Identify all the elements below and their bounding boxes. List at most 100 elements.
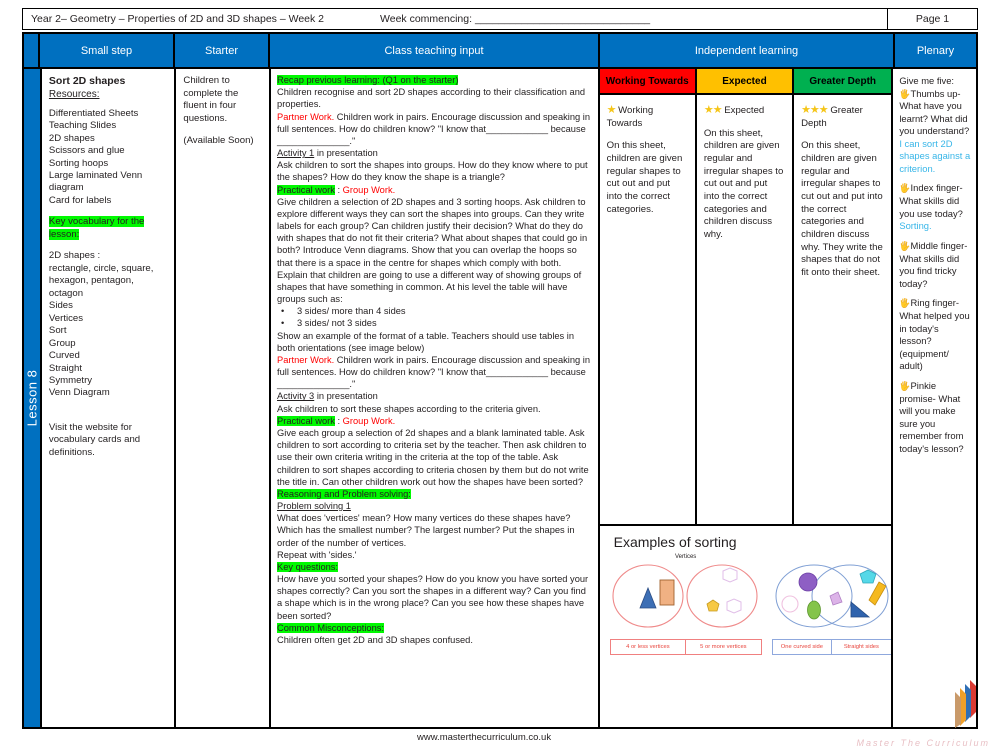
venn-label-right: Straight sides: [832, 639, 892, 655]
vertices-label-left: 4 or less vertices: [609, 639, 687, 655]
vocabulary-list: 2D shapes : rectangle, circle, square, h…: [49, 250, 167, 400]
lesson-number-label: Lesson 8: [24, 369, 40, 427]
level-star-row: ★ Working Towards: [607, 103, 688, 130]
key-questions-heading: Key questions:: [277, 561, 339, 572]
cell-class-teaching-input: Recap previous learning: (Q1 on the star…: [271, 69, 600, 727]
vertices-diagram-svg: [612, 564, 758, 628]
plenary-content: Give me five: 🖐Thumbs up- What have you …: [899, 75, 971, 455]
lesson-spine: Lesson 8: [24, 69, 42, 727]
plenary-answer: I can sort 2D shapes against a criterion…: [899, 137, 971, 174]
level-star-row: ★★★ Greater Depth: [801, 103, 884, 130]
brand-logo-icon: [955, 680, 976, 728]
activity1-label: Activity 1: [277, 148, 315, 159]
resource-item: Differentiated Sheets: [48, 107, 139, 119]
level-description: On this sheet, children are given regula…: [606, 140, 683, 215]
star-icon: ★★★: [801, 104, 829, 116]
level-expected: Expected ★★ Expected On this sheet, chil…: [696, 69, 795, 524]
level-description: On this sheet, children are given regula…: [801, 140, 883, 278]
hand-icon: 🖐: [899, 240, 911, 251]
partner-work-label: Partner Work.: [277, 111, 335, 122]
vertices-labels: 4 or less vertices 5 or more vertices: [609, 639, 762, 655]
practical-text-1: Give children a selection of 2D shapes a…: [277, 196, 588, 268]
practical-sep: :: [334, 184, 343, 195]
vocab-item: Sort: [48, 325, 67, 337]
resources-label: Resources:: [48, 89, 100, 101]
resource-item: Scissors and glue: [48, 145, 125, 157]
lesson-plan-page: Year 2– Geometry – Properties of 2D and …: [0, 0, 1000, 750]
level-header-working-towards: Working Towards: [599, 69, 695, 95]
starter-availability: (Available Soon): [183, 134, 254, 146]
brand-wordmark: Master The Curriculum: [856, 738, 990, 748]
small-step-title: Sort 2D shapes: [48, 75, 126, 87]
bullet-dot: •: [281, 306, 285, 317]
level-body-greater-depth: ★★★ Greater Depth On this sheet, childre…: [794, 95, 891, 280]
level-body-expected: ★★ Expected On this sheet, children are …: [697, 95, 792, 242]
hand-icon: 🖐: [899, 298, 911, 309]
cell-small-step: Sort 2D shapes Resources: Differentiated…: [42, 69, 177, 727]
level-body-working-towards: ★ Working Towards On this sheet, childre…: [600, 95, 695, 216]
website-note: Visit the website for vocabulary cards a…: [48, 421, 141, 458]
resource-item: Sorting hoops: [48, 157, 109, 169]
column-header-independent-learning: Independent learning: [600, 32, 895, 69]
document-title: Year 2– Geometry – Properties of 2D and …: [31, 13, 325, 25]
partner-work-label-2: Partner Work.: [277, 354, 335, 365]
vocab-item: Symmetry: [48, 375, 93, 386]
vocab-item: Sides: [48, 300, 73, 312]
document-title-bar: Year 2– Geometry – Properties of 2D and …: [22, 8, 978, 30]
hand-icon: 🖐: [899, 88, 911, 99]
plenary-item: 🖐Ring finger- What helped you in today's…: [899, 297, 971, 372]
week-commencing-field: Week commencing: _______________________…: [380, 13, 651, 25]
starter-text: Children to complete the fluent in four …: [183, 75, 239, 124]
repeat-text: Repeat with 'sides.': [277, 549, 357, 560]
cell-independent-learning: Working Towards ★ Working Towards On thi…: [599, 69, 894, 727]
problem-solving-label: Problem solving 1: [277, 501, 351, 512]
vocab-item: Venn Diagram: [48, 387, 110, 399]
bullet-text: 3 sides/ more than 4 sides: [297, 306, 406, 317]
star-icon: ★★: [703, 104, 723, 116]
activity3-suffix: in presentation: [314, 391, 378, 402]
practical-work-label-2: Practical work: [277, 415, 335, 426]
activity3-label: Activity 3: [277, 391, 315, 402]
vocab-item: Vertices: [48, 312, 84, 324]
practical-sep-2: :: [334, 415, 343, 426]
differentiation-columns: Working Towards ★ Working Towards On thi…: [599, 69, 892, 524]
explain-text: Explain that children are going to use a…: [277, 269, 582, 305]
activity3-text: Ask children to sort these shapes accord…: [277, 403, 541, 414]
level-star-row: ★★ Expected: [704, 103, 785, 118]
column-header-spine: [22, 32, 40, 69]
bullet-item: • 3 sides/ not 3 sides: [281, 317, 592, 329]
level-header-expected: Expected: [696, 69, 793, 95]
resource-item: 2D shapes: [48, 132, 95, 144]
level-greater-depth: Greater Depth ★★★ Greater Depth On this …: [794, 69, 892, 524]
group-work-label: Group Work.: [342, 184, 396, 195]
star-icon: ★: [606, 104, 617, 116]
venn-label-left: One curved side: [771, 639, 833, 655]
vocab-item: 2D shapes :: [48, 250, 101, 262]
activity1-suffix: in presentation: [314, 148, 378, 159]
bullet-text: 3 sides/ not 3 sides: [297, 318, 377, 329]
bullet-item: • 3 sides/ more than 4 sides: [281, 305, 592, 317]
key-vocabulary-label: Key vocabulary for the lesson:: [48, 216, 145, 240]
venn-labels: One curved side Straight sides: [771, 639, 892, 655]
vocab-item: Group: [48, 337, 76, 349]
level-star-label: Expected: [724, 105, 765, 116]
resource-item: Large laminated Venn diagram: [48, 169, 143, 194]
vocab-item: Straight: [48, 362, 82, 374]
resource-item: Teaching Slides: [48, 120, 117, 132]
hand-icon: 🖐: [899, 183, 911, 194]
recap-heading: Recap previous learning: (Q1 on the star…: [277, 75, 459, 85]
misconceptions-text: Children often get 2D and 3D shapes conf…: [277, 634, 473, 645]
column-header-starter: Starter: [175, 32, 270, 69]
practical-work-label: Practical work: [277, 184, 335, 195]
level-description: On this sheet, children are given regula…: [703, 127, 784, 240]
column-header-small-step: Small step: [40, 32, 175, 69]
plenary-answer: Sorting.: [899, 220, 932, 232]
plenary-item: 🖐Middle finger- What skills did you find…: [899, 240, 971, 290]
table-format-text: Show an example of the format of a table…: [277, 330, 575, 353]
recap-text: Children recognise and sort 2D shapes ac…: [277, 87, 586, 110]
plenary-item: 🖐Thumbs up- What have you learnt? What d…: [899, 88, 971, 176]
examples-title: Examples of sorting: [613, 534, 737, 550]
page-number: Page 1: [887, 9, 977, 29]
resource-item: Card for labels: [48, 194, 112, 206]
column-header-class-teaching-input: Class teaching input: [270, 32, 600, 69]
